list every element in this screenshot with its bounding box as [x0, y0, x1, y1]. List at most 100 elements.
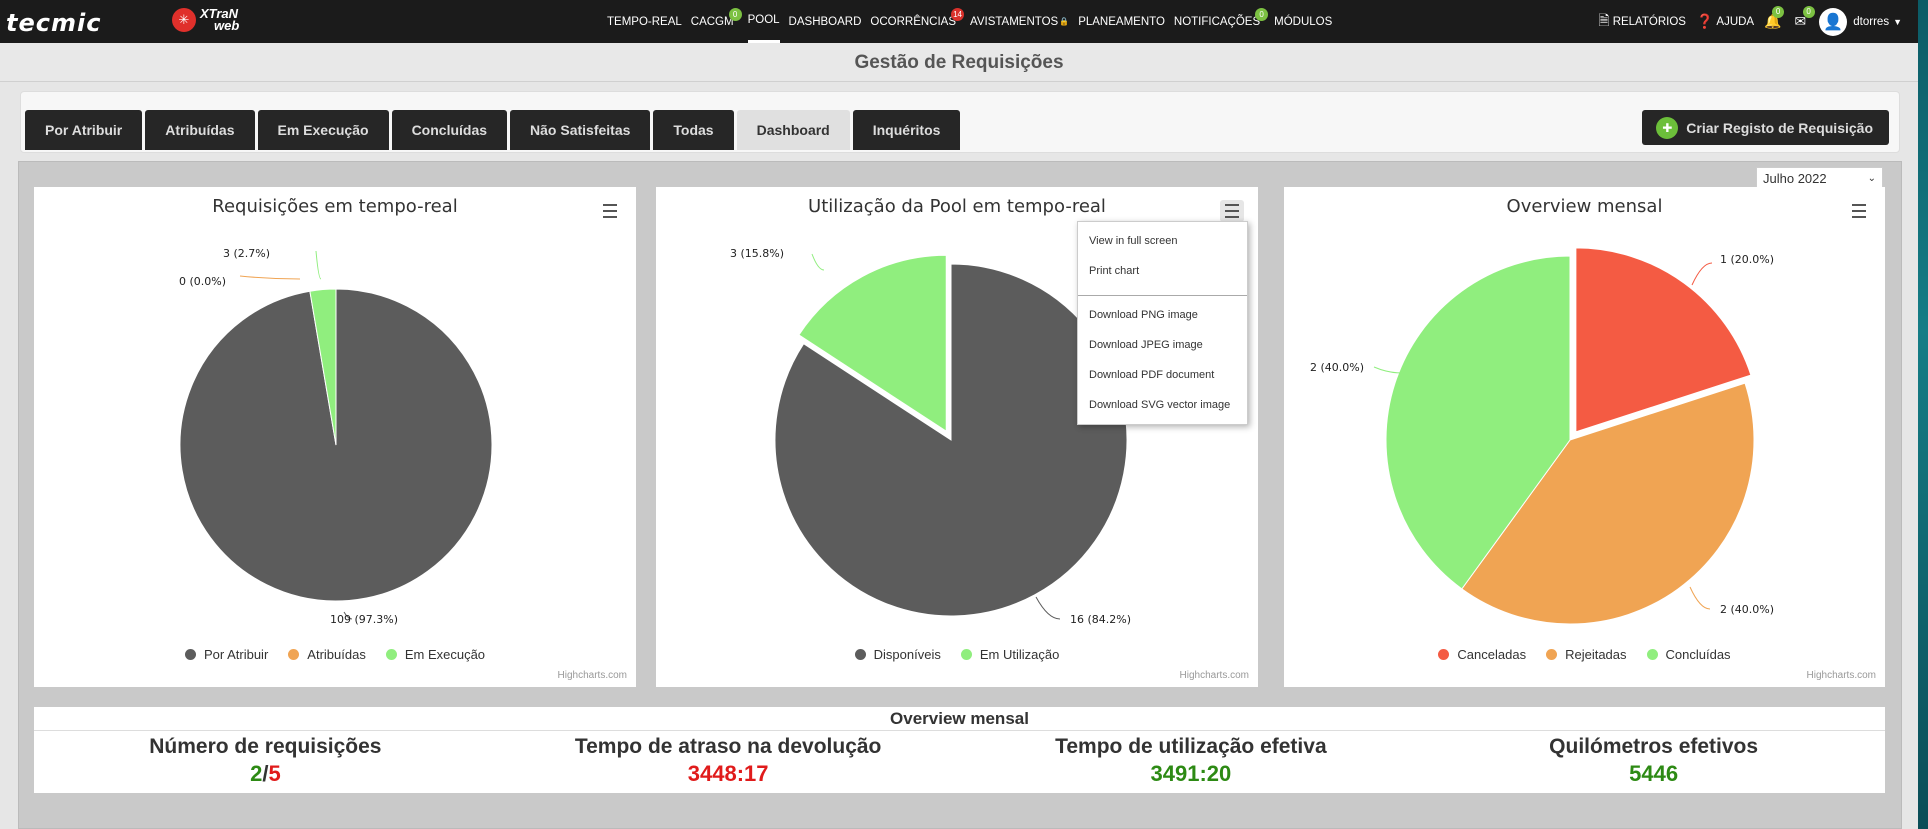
- legend-marker: [1438, 649, 1450, 660]
- legend-item-em-utilizacao[interactable]: Em Utilização: [960, 647, 1060, 662]
- nav-badge: 0: [728, 8, 742, 21]
- notifications-button[interactable]: 🔔 0: [1764, 6, 1785, 30]
- legend-item-rejeitadas[interactable]: Rejeitadas: [1546, 647, 1627, 662]
- data-label: 109 (97.3%): [330, 613, 398, 626]
- nav-item-pool[interactable]: POOL: [747, 0, 780, 43]
- menu-item-download-png-image[interactable]: Download PNG image: [1078, 302, 1247, 332]
- legend-item-por-atribuir[interactable]: Por Atribuir: [184, 647, 269, 662]
- legend-marker: [385, 649, 397, 660]
- stat-label: Tempo de atraso na devolução: [574, 735, 882, 758]
- tab-concluidas[interactable]: Concluídas: [391, 110, 508, 150]
- nav-item-label: DASHBOARD: [788, 15, 862, 28]
- menu-divider: [1078, 295, 1247, 296]
- tecmic-logo[interactable]: tecmic: [6, 9, 101, 37]
- month-select[interactable]: Julho 2022 ⌄: [1756, 167, 1883, 189]
- user-menu[interactable]: 👤 dtorres ▼: [1819, 7, 1902, 36]
- data-label: 3 (15.8%): [730, 247, 784, 260]
- chevron-down-icon: ⌄: [1867, 172, 1876, 184]
- stat-value: 5446: [1629, 761, 1679, 786]
- tabs-panel: Por Atribuir Atribuídas Em Execução Concluí…: [20, 91, 1900, 153]
- nav-item-label: CACGM: [690, 15, 734, 28]
- nav-item-cacgm[interactable]: CACGM 0: [690, 0, 742, 43]
- menu-item-view-in-full-screen[interactable]: View in full screen: [1078, 228, 1247, 258]
- chart-overview-mensal: Overview mensal 1 (20.0%) 2 (40.0%) 2 (40.0…: [1284, 187, 1885, 687]
- data-label: 16 (84.2%): [1070, 613, 1131, 626]
- username: dtorres: [1853, 15, 1890, 28]
- create-request-button[interactable]: ✚ Criar Registo de Requisição: [1642, 110, 1889, 145]
- top-navbar: tecmic ✳ XTraN web TEMPO-REAL CACGM 0 POOL D…: [0, 0, 1928, 43]
- legend-marker: [1646, 649, 1658, 660]
- add-icon: ✚: [1656, 116, 1679, 139]
- tab-list: Por Atribuir Atribuídas Em Execução Concluí…: [25, 110, 963, 150]
- legend-label: Rejeitadas: [1565, 647, 1627, 662]
- tab-por-atribuir[interactable]: Por Atribuir: [25, 110, 143, 150]
- legend-label: Canceladas: [1457, 647, 1527, 662]
- lock-icon: 🔒: [1059, 17, 1070, 26]
- highcharts-credits[interactable]: Highcharts.com: [558, 670, 627, 681]
- legend-item-disponiveis[interactable]: Disponíveis: [854, 647, 941, 662]
- legend-label: Atribuídas: [307, 647, 366, 662]
- nav-item-label: AVISTAMENTOS: [970, 15, 1059, 28]
- stat-label: Tempo de utilização efetiva: [1055, 735, 1327, 758]
- legend-label: Em Utilização: [979, 647, 1060, 662]
- menu-item-download-pdf-document[interactable]: Download PDF document: [1078, 362, 1247, 392]
- right-nav: 🗎 RELATÓRIOS ❓ AJUDA 🔔 0 ✉ 0 👤 dtorres ▼: [1588, 0, 1902, 43]
- document-icon: 🗎: [1598, 11, 1610, 28]
- legend-marker: [288, 649, 300, 660]
- data-label: 3 (2.7%): [223, 247, 270, 260]
- stat-num-requests: Número de requisições 2/5: [34, 731, 497, 787]
- stat-return-delay: Tempo de atraso na devolução 3448:17: [497, 731, 960, 787]
- highcharts-credits[interactable]: Highcharts.com: [1180, 670, 1249, 681]
- menu-item-download-svg-vector-image[interactable]: Download SVG vector image: [1078, 392, 1247, 422]
- nav-item-avistamentos[interactable]: AVISTAMENTOS 🔒: [970, 0, 1069, 43]
- legend-item-canceladas[interactable]: Canceladas: [1438, 647, 1526, 662]
- stat-value: 3491:20: [1150, 761, 1232, 786]
- reports-link[interactable]: 🗎 RELATÓRIOS: [1598, 10, 1686, 34]
- stat-effective-km: Quilómetros efetivos 5446: [1422, 731, 1885, 787]
- legend-item-em-execucao[interactable]: Em Execução: [385, 647, 485, 662]
- tab-inqueritos[interactable]: Inquéritos: [852, 110, 961, 150]
- xtran-logo-bottom: web: [214, 18, 240, 33]
- stat-label: Número de requisições: [149, 735, 382, 758]
- help-label: AJUDA: [1716, 15, 1755, 28]
- tab-em-execucao[interactable]: Em Execução: [257, 110, 389, 150]
- nav-item-notificacoes[interactable]: NOTIFICAÇÕES 0: [1173, 0, 1269, 43]
- create-request-label: Criar Registo de Requisição: [1686, 119, 1873, 136]
- legend-item-concluidas[interactable]: Concluídas: [1646, 647, 1731, 662]
- chart-legend: Disponíveis Em Utilização: [656, 647, 1258, 662]
- chart-requisicoes-tempo-real: Requisições em tempo-real 109 (97.3%) 0 (0…: [34, 187, 636, 687]
- data-label-connector: [1035, 596, 1061, 620]
- data-label-connector: [1691, 262, 1713, 286]
- tab-dashboard[interactable]: Dashboard: [736, 110, 850, 150]
- data-label: 0 (0.0%): [179, 275, 226, 288]
- nav-item-planeamento[interactable]: PLANEAMENTO: [1078, 0, 1165, 43]
- tab-atribuidas[interactable]: Atribuídas: [145, 110, 255, 150]
- data-label-connector: [315, 250, 322, 280]
- tab-todas[interactable]: Todas: [653, 110, 734, 150]
- messages-button[interactable]: ✉ 0: [1795, 6, 1815, 30]
- nav-item-dashboard[interactable]: DASHBOARD: [789, 0, 862, 43]
- question-circle-icon: ❓: [1695, 13, 1714, 29]
- user-avatar-icon: 👤: [1819, 7, 1848, 36]
- nav-item-modulos[interactable]: MÓDULOS: [1274, 0, 1332, 43]
- stat-label: Quilómetros efetivos: [1549, 735, 1759, 758]
- data-label-connector: [1373, 366, 1403, 374]
- legend-marker: [854, 649, 866, 660]
- help-link[interactable]: ❓ AJUDA: [1696, 13, 1754, 30]
- legend-label: Por Atribuir: [203, 647, 269, 662]
- nav-item-tempo-real[interactable]: TEMPO-REAL: [607, 0, 682, 43]
- nav-item-label: NOTIFICAÇÕES: [1173, 15, 1261, 28]
- menu-item-print-chart[interactable]: Print chart: [1078, 258, 1247, 288]
- nav-item-label: MÓDULOS: [1274, 15, 1333, 28]
- month-select-value: Julho 2022: [1763, 170, 1827, 186]
- data-label: 1 (20.0%): [1720, 253, 1774, 266]
- tab-nao-satisfeitas[interactable]: Não Satisfeitas: [510, 110, 651, 150]
- xtran-web-logo[interactable]: ✳ XTraN web: [172, 7, 240, 33]
- legend-item-atribuidas[interactable]: Atribuídas: [288, 647, 366, 662]
- menu-item-download-jpeg-image[interactable]: Download JPEG image: [1078, 332, 1247, 362]
- highcharts-credits[interactable]: Highcharts.com: [1807, 670, 1876, 681]
- nav-item-ocorrencias[interactable]: OCORRÊNCIAS 14: [870, 0, 965, 43]
- data-label: 2 (40.0%): [1310, 361, 1364, 374]
- stat-value-b: 5: [268, 761, 281, 786]
- stat-value-a: 2: [250, 761, 263, 786]
